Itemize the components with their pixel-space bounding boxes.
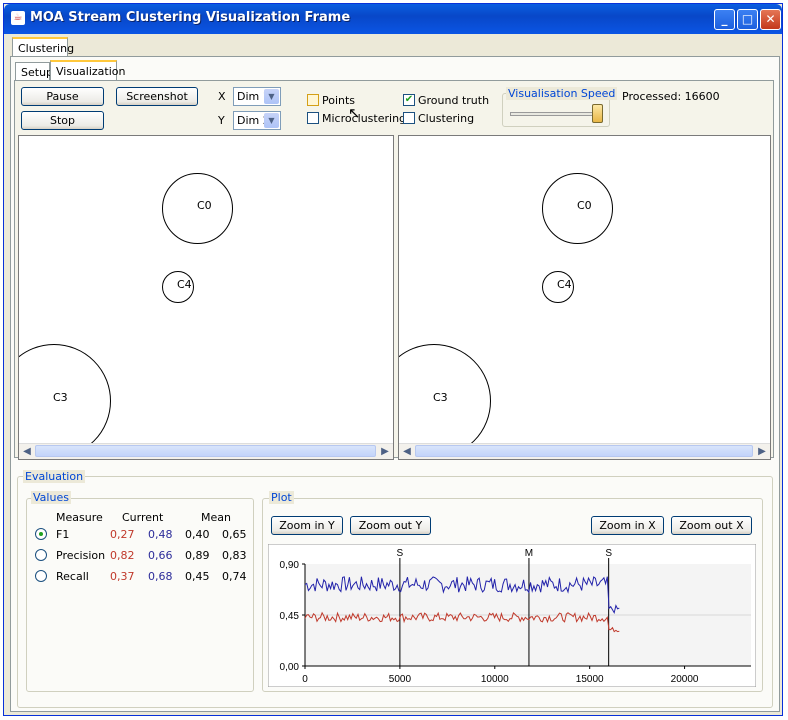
scroll-thumb[interactable] — [35, 445, 376, 457]
mean-value-a: 0,40 — [185, 528, 210, 541]
cluster-c4-label: C4 — [177, 278, 192, 291]
plot-title: Plot — [269, 491, 294, 504]
scroll-left-icon[interactable]: ◀ — [20, 445, 34, 459]
y-tick-label: 0,00 — [280, 662, 300, 673]
zoom-out-x-button[interactable]: Zoom out X — [671, 516, 752, 535]
tab-clustering[interactable]: Clustering — [12, 37, 74, 56]
event-marker-label: M — [525, 548, 533, 559]
x-tick-label: 20000 — [671, 674, 699, 685]
chevron-down-icon: ▼ — [264, 89, 279, 104]
cluster-c0-label: C0 — [197, 199, 212, 212]
cluster-c4-label: C4 — [557, 278, 572, 291]
cluster-c3-label: C3 — [433, 391, 448, 404]
window-title: MOA Stream Clustering Visualization Fram… — [30, 10, 351, 25]
java-app-icon: ☕ — [11, 11, 25, 25]
mean-value-b: 0,65 — [222, 528, 247, 541]
y-axis-label: Y — [218, 114, 225, 127]
chevron-down-icon: ▼ — [264, 113, 279, 128]
tab-setup[interactable]: Setup — [15, 62, 53, 81]
processed-count: Processed: 16600 — [622, 90, 720, 103]
speed-label: Visualisation Speed — [506, 87, 618, 100]
current-header: Current — [122, 511, 164, 524]
ground-truth-checkbox[interactable]: ✔ — [403, 94, 415, 106]
recall-radio[interactable] — [35, 570, 47, 582]
microclustering-checkbox[interactable] — [307, 112, 319, 124]
x-dim-select[interactable]: Dim 1 ▼ — [233, 87, 281, 106]
measure-name: F1 — [56, 528, 70, 541]
evaluation-title: Evaluation — [23, 470, 86, 483]
zoom-in-x-button[interactable]: Zoom in X — [591, 516, 664, 535]
precision-radio[interactable] — [35, 549, 47, 561]
left-canvas-scrollbar[interactable]: ◀ ▶ — [19, 443, 393, 459]
x-tick-label: 15000 — [576, 674, 604, 685]
current-value-blue: 0,48 — [148, 528, 173, 541]
tab-visualization[interactable]: Visualization — [50, 60, 125, 81]
current-value-red: 0,27 — [110, 528, 135, 541]
measure-name: Precision — [56, 549, 106, 562]
mean-header: Mean — [201, 511, 231, 524]
clustering-label: Clustering — [418, 112, 475, 125]
right-canvas-scrollbar[interactable]: ◀ ▶ — [399, 443, 770, 459]
evaluation-plot: 0,90 0,45 0,000 5000 10000 15000 20000 S M S — [268, 544, 756, 687]
x-tick-label: 10000 — [481, 674, 509, 685]
y-tick-label: 0,45 — [280, 611, 300, 622]
x-axis-label: X — [218, 90, 226, 103]
ground-truth-label: Ground truth — [418, 94, 490, 107]
mean-value-a: 0,45 — [185, 570, 210, 583]
right-cluster-canvas[interactable]: C0 C4 C3 ◀ ▶ — [398, 135, 771, 460]
current-value-blue: 0,68 — [148, 570, 173, 583]
scroll-right-icon[interactable]: ▶ — [755, 445, 769, 459]
points-checkbox[interactable] — [307, 94, 319, 106]
y-dim-select[interactable]: Dim 2 ▼ — [233, 111, 281, 130]
screenshot-button[interactable]: Screenshot — [116, 87, 198, 106]
current-value-blue: 0,66 — [148, 549, 173, 562]
microclustering-label: Microclustering — [322, 112, 407, 125]
current-value-red: 0,37 — [110, 570, 135, 583]
minimize-icon[interactable]: _ — [714, 9, 735, 30]
f1-radio[interactable] — [35, 528, 47, 540]
stop-button[interactable]: Stop — [21, 111, 104, 130]
zoom-in-y-button[interactable]: Zoom in Y — [271, 516, 343, 535]
mean-value-b: 0,74 — [222, 570, 247, 583]
zoom-out-y-button[interactable]: Zoom out Y — [350, 516, 431, 535]
cluster-c0-label: C0 — [577, 199, 592, 212]
mean-value-a: 0,89 — [185, 549, 210, 562]
scroll-thumb[interactable] — [415, 445, 753, 457]
measure-name: Recall — [56, 570, 89, 583]
scroll-right-icon[interactable]: ▶ — [378, 445, 392, 459]
x-tick-label: 0 — [302, 674, 308, 685]
maximize-icon[interactable]: □ — [737, 9, 758, 30]
current-value-red: 0,82 — [110, 549, 135, 562]
clustering-checkbox[interactable] — [403, 112, 415, 124]
measure-header: Measure — [56, 511, 103, 524]
left-cluster-canvas[interactable]: C0 C4 C3 ◀ ▶ — [18, 135, 394, 460]
event-marker-label: S — [605, 548, 612, 559]
values-title: Values — [31, 491, 71, 504]
speed-slider-track[interactable] — [510, 112, 602, 116]
speed-slider-thumb[interactable] — [592, 104, 603, 123]
scroll-left-icon[interactable]: ◀ — [400, 445, 414, 459]
event-marker-label: S — [397, 548, 404, 559]
pause-button[interactable]: Pause — [21, 87, 104, 106]
close-icon[interactable]: ✕ — [760, 9, 781, 30]
mean-value-b: 0,83 — [222, 549, 247, 562]
x-tick-label: 5000 — [389, 674, 412, 685]
y-tick-label: 0,90 — [280, 560, 300, 571]
mouse-cursor-icon: ↖ — [348, 104, 361, 122]
cluster-c3-label: C3 — [53, 391, 68, 404]
